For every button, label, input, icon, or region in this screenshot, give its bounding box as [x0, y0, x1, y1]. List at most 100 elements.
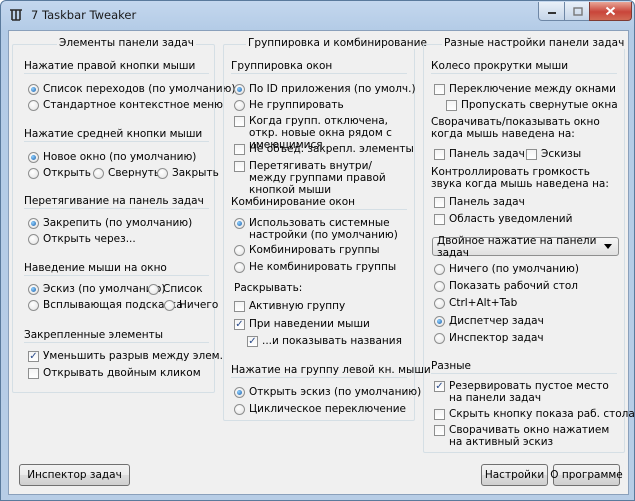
checkbox-label: Перетягивать внутри/между группами право… — [249, 160, 386, 196]
checkbox — [234, 161, 245, 172]
left-click-label: Нажатие на группу левой кн. мыши — [231, 364, 431, 376]
checkbox — [526, 149, 537, 160]
volume-taskbar-checkbox[interactable]: Панель задач — [434, 196, 525, 208]
open-thumbnail-radio[interactable]: Открыть эскиз (по умолчанию) — [234, 386, 421, 398]
wheel-switch-windows-checkbox[interactable]: Переключение между окнами — [434, 83, 616, 95]
radio — [234, 100, 245, 111]
checkbox-label: Скрыть кнопку показа раб. стола — [449, 408, 635, 420]
radio-label: Не комбинировать группы — [249, 261, 397, 273]
divider — [24, 342, 209, 343]
radio-label: Открыть — [43, 167, 91, 179]
expand-active-group-checkbox[interactable]: Активную группу — [234, 300, 345, 312]
radio-label: Список переходов (по умолчанию) — [43, 83, 236, 95]
divider — [24, 73, 209, 74]
pinned-label: Закрепленные элементы — [24, 329, 164, 341]
hover-tooltip-radio[interactable]: Всплывающая подсказка — [28, 299, 183, 311]
right-click-jumplist-radio[interactable]: Список переходов (по умолчанию) — [28, 83, 235, 95]
no-combine-pinned-checkbox[interactable]: Не объед. закрепл. элементы — [234, 143, 414, 155]
about-button[interactable]: О программе — [550, 464, 623, 486]
pinned-reduce-gap-checkbox[interactable]: ✓ Уменьшить разрыв между элем. — [28, 350, 223, 362]
drag-groups-right-click-checkbox[interactable]: Перетягивать внутри/между группами право… — [234, 160, 406, 196]
minimize-hover-label: Сворачивать/показывать окно когда мышь н… — [431, 116, 600, 140]
hover-thumbnail-radio[interactable]: Эскиз (по умолчанию) — [28, 283, 165, 295]
drag-open-with-radio[interactable]: Открыть через... — [28, 233, 136, 245]
middle-click-open-radio[interactable]: Открыть — [28, 167, 91, 179]
checkbox — [434, 425, 445, 436]
minimize-thumbnails-checkbox[interactable]: Эскизы — [526, 148, 581, 160]
radio — [28, 100, 39, 111]
minimize-button[interactable] — [538, 2, 566, 21]
radio-selected — [434, 316, 445, 327]
radio-label: Ничего — [179, 299, 219, 311]
checkbox — [234, 144, 245, 155]
middle-click-minimize-radio[interactable]: Свернуть — [93, 167, 160, 179]
radio-label: Свернуть — [108, 167, 161, 179]
double-click-show-desktop-radio[interactable]: Показать рабочий стол — [434, 280, 578, 292]
inspector-button[interactable]: Инспектор задач — [19, 464, 130, 486]
pinned-double-click-checkbox[interactable]: Открывать двойным кликом — [28, 367, 201, 379]
radio — [434, 333, 445, 344]
checkbox-checked: ✓ — [434, 381, 445, 392]
expand-label: Раскрывать: — [234, 282, 303, 294]
checkbox-label: Переключение между окнами — [449, 83, 616, 95]
minimize-active-thumbnail-checkbox[interactable]: Сворачивать окно нажатием на активный эс… — [434, 424, 616, 448]
volume-hover-label: Контроллировать громкость звука когда мы… — [431, 166, 609, 190]
checkbox-label: Панель задач — [449, 196, 525, 208]
hover-nothing-radio[interactable]: Ничего — [164, 299, 218, 311]
double-click-inspector-radio[interactable]: Инспектор задач — [434, 332, 544, 344]
combine-system-radio[interactable]: Использовать системные настройки (по умо… — [234, 217, 406, 241]
col2-title: Группировка и комбинирование — [246, 37, 429, 49]
checkbox-label: Не объед. закрепл. элементы — [249, 143, 414, 155]
radio — [234, 404, 245, 415]
radio-label: Ничего (по умолчанию) — [449, 263, 579, 275]
no-grouping-radio[interactable]: Не группировать — [234, 99, 344, 111]
radio-label: Стандартное контекстное меню — [43, 99, 223, 111]
volume-notify-area-checkbox[interactable]: Область уведомлений — [434, 213, 572, 225]
radio-selected — [28, 84, 39, 95]
minimize-taskbar-checkbox[interactable]: Панель задач — [434, 148, 525, 160]
title-bar: 7 Taskbar Tweaker — [1, 1, 634, 29]
double-click-ctrl-alt-tab-radio[interactable]: Ctrl+Alt+Tab — [434, 297, 517, 309]
radio-selected — [234, 387, 245, 398]
divider — [431, 73, 617, 74]
middle-click-new-window-radio[interactable]: Новое окно (по умолчанию) — [28, 151, 196, 163]
no-combine-radio[interactable]: Не комбинировать группы — [234, 261, 396, 273]
right-click-label: Нажатие правой кнопки мыши — [24, 60, 196, 72]
radio-label: Закрыть — [172, 167, 219, 179]
misc-label: Разные — [431, 360, 471, 372]
radio-label: Открыть эскиз (по умолчанию) — [249, 386, 422, 398]
wheel-skip-minimized-checkbox[interactable]: Пропускать свернутые окна — [446, 99, 618, 111]
expand-on-hover-checkbox[interactable]: ✓ При наведении мыши — [234, 318, 370, 330]
minimize-icon — [548, 12, 556, 14]
radio-selected — [28, 284, 39, 295]
checkbox-label: ...и показывать названия — [262, 335, 402, 347]
group-by-app-id-radio[interactable]: По ID приложения (по умолч.) — [234, 83, 416, 95]
radio — [93, 168, 104, 179]
radio — [434, 264, 445, 275]
right-click-context-menu-radio[interactable]: Стандартное контекстное меню — [28, 99, 223, 111]
divider — [231, 377, 407, 378]
radio-label: Циклическое переключение — [249, 403, 407, 415]
settings-button[interactable]: Настройки — [481, 464, 548, 486]
combine-groups-radio[interactable]: Комбинировать группы — [234, 244, 380, 256]
checkbox — [234, 116, 245, 127]
checkbox-checked: ✓ — [247, 336, 258, 347]
close-button[interactable] — [589, 2, 632, 21]
radio-label: Диспетчер задач — [449, 315, 544, 327]
middle-click-close-radio[interactable]: Закрыть — [157, 167, 219, 179]
checkbox-label: Открывать двойным кликом — [43, 367, 201, 379]
double-click-nothing-radio[interactable]: Ничего (по умолчанию) — [434, 263, 579, 275]
radio-label: Показать рабочий стол — [449, 280, 578, 292]
drag-pin-radio[interactable]: Закрепить (по умолчанию) — [28, 217, 192, 229]
maximize-button[interactable] — [564, 2, 591, 21]
cycle-switch-radio[interactable]: Циклическое переключение — [234, 403, 406, 415]
hover-list-radio[interactable]: Список — [148, 283, 203, 295]
show-titles-checkbox[interactable]: ✓ ...и показывать названия — [247, 335, 402, 347]
hide-show-desktop-checkbox[interactable]: Скрыть кнопку показа раб. стола — [434, 408, 635, 420]
radio-label: Ctrl+Alt+Tab — [449, 297, 518, 309]
double-click-dropdown[interactable]: Двойное нажатие на панели задач — [432, 235, 619, 259]
reserve-space-checkbox[interactable]: ✓ Резервировать пустое место на панели за… — [434, 380, 616, 404]
double-click-task-manager-radio[interactable]: Диспетчер задач — [434, 315, 544, 327]
client-area: Элементы панели задач Нажатие правой кно… — [8, 30, 634, 495]
checkbox — [28, 368, 39, 379]
